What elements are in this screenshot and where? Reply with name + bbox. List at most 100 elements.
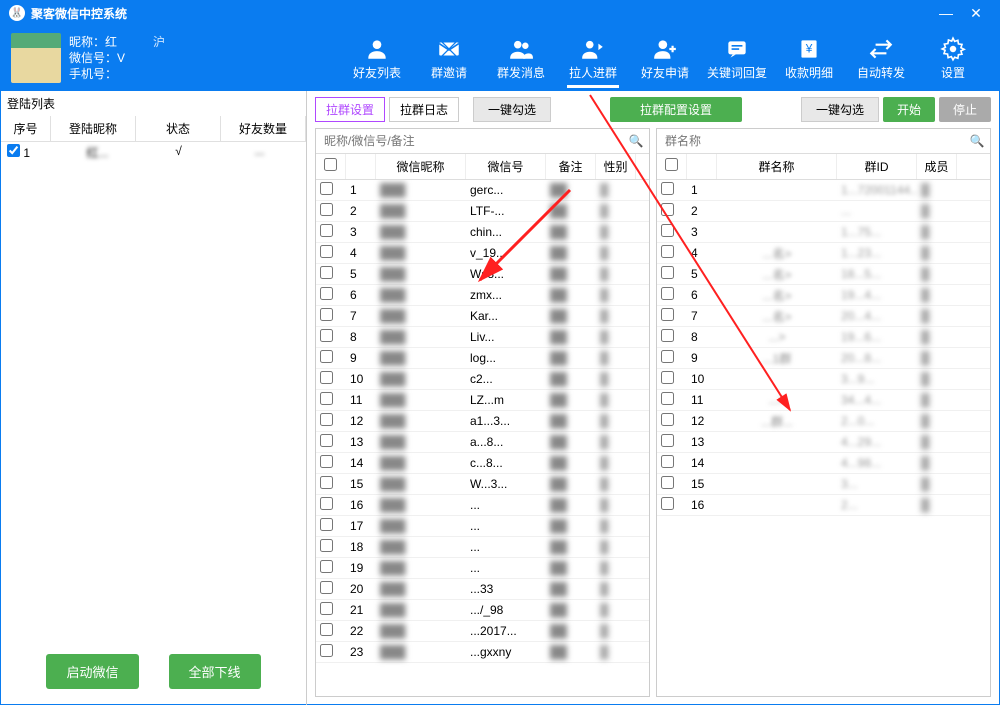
friends-body[interactable]: 1███gerc...███2███LTF-...███3███chin...█…: [316, 180, 649, 696]
nav-8[interactable]: 设置: [917, 32, 989, 85]
row-checkbox[interactable]: [661, 308, 674, 321]
table-row[interactable]: 15███W...3...███: [316, 474, 649, 495]
row-checkbox[interactable]: [320, 602, 333, 615]
row-checkbox[interactable]: [661, 329, 674, 342]
table-row[interactable]: 6███zmx...███: [316, 285, 649, 306]
row-checkbox[interactable]: [320, 392, 333, 405]
table-row[interactable]: 18███...███: [316, 537, 649, 558]
all-offline-button[interactable]: 全部下线: [169, 654, 261, 689]
row-checkbox[interactable]: [320, 308, 333, 321]
row-checkbox[interactable]: [320, 371, 333, 384]
check-all-right-button[interactable]: 一键勾选: [801, 97, 879, 122]
table-row[interactable]: 12███a1...3...███: [316, 411, 649, 432]
row-checkbox[interactable]: [320, 497, 333, 510]
friends-search-input[interactable]: [316, 129, 623, 153]
row-checkbox[interactable]: [661, 287, 674, 300]
table-row[interactable]: 16 2...█: [657, 495, 990, 516]
row-checkbox[interactable]: [320, 518, 333, 531]
search-icon[interactable]: 🔍: [964, 129, 990, 153]
row-checkbox[interactable]: [661, 182, 674, 195]
table-row[interactable]: 8...>19...6...█: [657, 327, 990, 348]
table-row[interactable]: 8███Liv...███: [316, 327, 649, 348]
row-checkbox[interactable]: [661, 203, 674, 216]
nav-6[interactable]: ¥收款明细: [773, 32, 845, 85]
row-checkbox[interactable]: [661, 476, 674, 489]
row-checkbox[interactable]: [320, 455, 333, 468]
table-row[interactable]: 12...群...2...0...█: [657, 411, 990, 432]
table-row[interactable]: 14 4...98...█: [657, 453, 990, 474]
login-checkbox[interactable]: [7, 144, 20, 157]
row-checkbox[interactable]: [661, 224, 674, 237]
check-all-left-button[interactable]: 一键勾选: [473, 97, 551, 122]
row-checkbox[interactable]: [320, 644, 333, 657]
row-checkbox[interactable]: [320, 476, 333, 489]
start-button[interactable]: 开始: [883, 97, 935, 122]
table-row[interactable]: 4...名>1...23...█: [657, 243, 990, 264]
table-row[interactable]: 17███...███: [316, 516, 649, 537]
nav-1[interactable]: 群邀请: [413, 32, 485, 85]
nav-7[interactable]: 自动转发: [845, 32, 917, 85]
group-config-button[interactable]: 拉群配置设置: [610, 97, 742, 122]
row-checkbox[interactable]: [320, 224, 333, 237]
table-row[interactable]: 10███c2...███: [316, 369, 649, 390]
table-row[interactable]: 9███log...███: [316, 348, 649, 369]
row-checkbox[interactable]: [320, 539, 333, 552]
search-icon[interactable]: 🔍: [623, 129, 649, 153]
row-checkbox[interactable]: [320, 182, 333, 195]
table-row[interactable]: 6...名>19...4...█: [657, 285, 990, 306]
table-row[interactable]: 19███...███: [316, 558, 649, 579]
nav-0[interactable]: 好友列表: [341, 32, 413, 85]
row-checkbox[interactable]: [320, 434, 333, 447]
table-row[interactable]: 16███...███: [316, 495, 649, 516]
row-checkbox[interactable]: [661, 497, 674, 510]
close-button[interactable]: ✕: [961, 5, 991, 22]
row-checkbox[interactable]: [661, 266, 674, 279]
table-row[interactable]: 1 1...72001144...█: [657, 180, 990, 201]
row-checkbox[interactable]: [661, 245, 674, 258]
row-checkbox[interactable]: [320, 266, 333, 279]
row-checkbox[interactable]: [661, 413, 674, 426]
table-row[interactable]: 3 1...75...█: [657, 222, 990, 243]
table-row[interactable]: 1███gerc...███: [316, 180, 649, 201]
table-row[interactable]: 5███Ws8...███: [316, 264, 649, 285]
table-row[interactable]: 13 4...29...█: [657, 432, 990, 453]
table-row[interactable]: 7███Kar...███: [316, 306, 649, 327]
login-row[interactable]: 1 红... √ ...: [1, 142, 306, 163]
row-checkbox[interactable]: [320, 350, 333, 363]
table-row[interactable]: 4███v_19...███: [316, 243, 649, 264]
nav-2[interactable]: 群发消息: [485, 32, 557, 85]
groups-check-all[interactable]: [665, 158, 678, 171]
nav-3[interactable]: 拉人进群: [557, 32, 629, 85]
table-row[interactable]: 2███LTF-...███: [316, 201, 649, 222]
row-checkbox[interactable]: [661, 455, 674, 468]
stop-button[interactable]: 停止: [939, 97, 991, 122]
table-row[interactable]: 15 3...█: [657, 474, 990, 495]
table-row[interactable]: 2 ...█: [657, 201, 990, 222]
table-row[interactable]: 20███...33███: [316, 579, 649, 600]
groups-body[interactable]: 1 1...72001144...█2 ...█3 1...75...█4...…: [657, 180, 990, 696]
table-row[interactable]: 11...>34...4...█: [657, 390, 990, 411]
tab-group-log[interactable]: 拉群日志: [389, 97, 459, 122]
minimize-button[interactable]: —: [931, 5, 961, 21]
table-row[interactable]: 11███LZ...m███: [316, 390, 649, 411]
row-checkbox[interactable]: [320, 245, 333, 258]
nav-5[interactable]: 关键词回复: [701, 32, 773, 85]
row-checkbox[interactable]: [661, 371, 674, 384]
groups-search-input[interactable]: [657, 129, 964, 153]
row-checkbox[interactable]: [320, 560, 333, 573]
table-row[interactable]: 22███...2017...███: [316, 621, 649, 642]
table-row[interactable]: 9...1群20...8...█: [657, 348, 990, 369]
table-row[interactable]: 21███.../_98███: [316, 600, 649, 621]
row-checkbox[interactable]: [661, 392, 674, 405]
nav-4[interactable]: 好友申请: [629, 32, 701, 85]
table-row[interactable]: 23███...gxxny███: [316, 642, 649, 663]
table-row[interactable]: 14███c...8...███: [316, 453, 649, 474]
row-checkbox[interactable]: [320, 329, 333, 342]
row-checkbox[interactable]: [320, 413, 333, 426]
row-checkbox[interactable]: [661, 350, 674, 363]
table-row[interactable]: 7...名>20...4...█: [657, 306, 990, 327]
table-row[interactable]: 10 3...9...█: [657, 369, 990, 390]
friends-check-all[interactable]: [324, 158, 337, 171]
table-row[interactable]: 13███a...8...███: [316, 432, 649, 453]
start-wechat-button[interactable]: 启动微信: [46, 654, 138, 689]
